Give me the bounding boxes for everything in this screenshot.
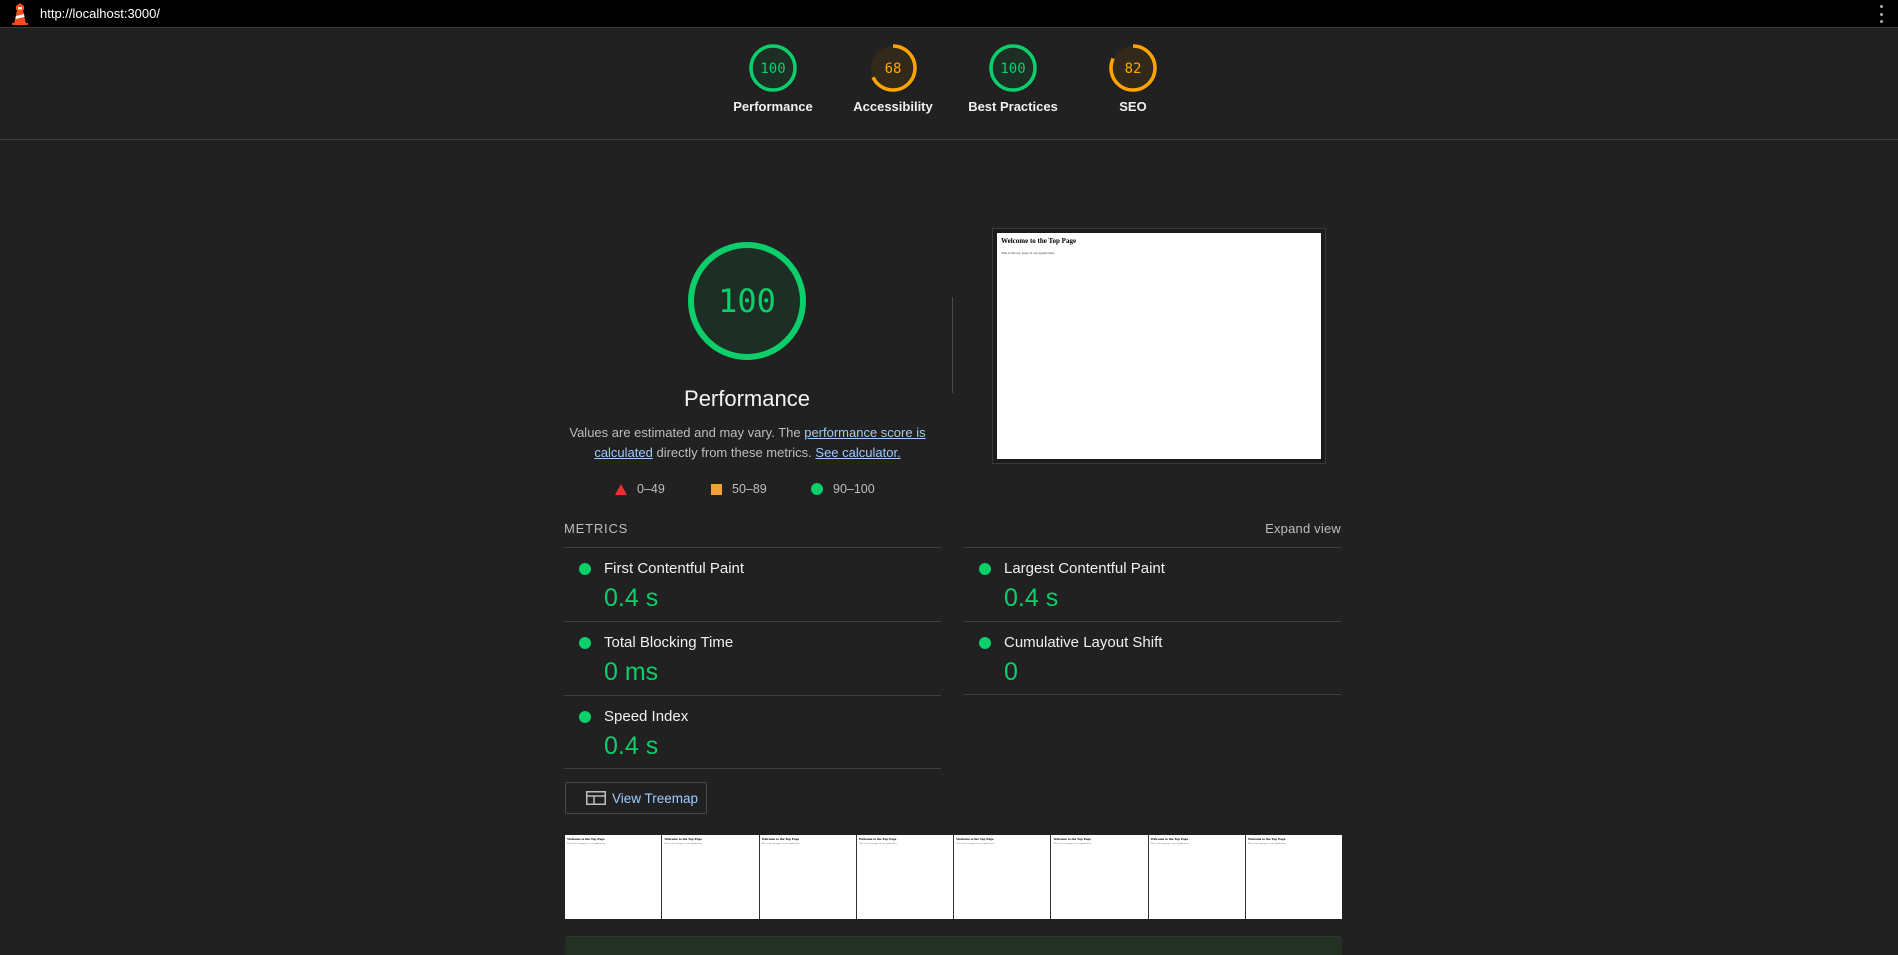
gauge-label: Performance <box>733 99 813 114</box>
legend-fail-range: 0–49 <box>637 482 665 496</box>
view-treemap-button[interactable]: View Treemap <box>565 782 707 814</box>
metric-value: 0 <box>1004 658 1018 686</box>
filmstrip-frame[interactable]: Welcome to the Top Page This is the top p… <box>759 835 857 919</box>
filmstrip-frame[interactable]: Welcome to the Top Page This is the top p… <box>662 835 760 919</box>
square-average-icon <box>711 483 722 495</box>
frame-text: This is the top page of our application. <box>1247 842 1287 845</box>
metric-cumulative-layout-shift: Cumulative Layout Shift 0 <box>964 621 1341 695</box>
filmstrip-frame[interactable]: Welcome to the Top Page This is the top p… <box>1051 835 1149 919</box>
filmstrip-frame[interactable]: Welcome to the Top Page This is the top p… <box>565 835 663 919</box>
metric-divider <box>564 768 941 769</box>
pass-dot-icon <box>579 637 591 649</box>
frame-text: This is the top page of our application. <box>858 842 898 845</box>
metric-name: First Contentful Paint <box>604 560 745 577</box>
gauge-label: SEO <box>1119 99 1147 114</box>
frame-text: This is the top page of our application. <box>1053 842 1092 845</box>
gauge-ring: 82 <box>1109 44 1157 92</box>
legend-average-range: 50–89 <box>732 482 767 496</box>
metrics-header: METRICS Expand view <box>564 521 1341 541</box>
screenshot-text: This is the top page of our application. <box>1001 251 1056 255</box>
gauge-label: Best Practices <box>968 99 1058 114</box>
filmstrip-frame[interactable]: Welcome to the Top Page This is the top p… <box>954 835 1052 919</box>
final-screenshot[interactable]: Welcome to the Top Page This is the top … <box>992 228 1326 464</box>
metric-name: Speed Index <box>604 708 689 725</box>
see-calculator-link[interactable]: See calculator. <box>815 445 900 460</box>
circle-pass-icon <box>811 483 823 495</box>
gauge-ring: 100 <box>989 44 1037 92</box>
treemap-icon <box>586 791 606 805</box>
pass-dot-icon <box>979 563 991 575</box>
metric-name: Cumulative Layout Shift <box>1004 634 1163 651</box>
top-bar: http://localhost:3000/ <box>0 0 1898 28</box>
next-section-panel <box>565 936 1342 955</box>
gauge-accessibility[interactable]: 68 Accessibility <box>823 43 963 114</box>
metric-value: 0.4 s <box>1004 584 1059 612</box>
expand-view-toggle[interactable]: Expand view <box>1265 521 1341 536</box>
frame-text: This is the top page of our application. <box>1150 842 1190 845</box>
lighthouse-icon <box>12 3 28 25</box>
metric-name: Largest Contentful Paint <box>1004 560 1165 577</box>
frame-title: Welcome to the Top Page <box>567 837 605 841</box>
filmstrip-frame[interactable]: Welcome to the Top Page This is the top p… <box>856 835 954 919</box>
performance-score-gauge: 100 <box>686 240 808 362</box>
filmstrip-frame[interactable]: Welcome to the Top Page This is the top p… <box>1245 835 1342 919</box>
pass-dot-icon <box>979 637 991 649</box>
category-gauges: 100 Performance 68 Accessibility 100 Best P… <box>0 28 1898 140</box>
gauge-ring: 68 <box>869 44 917 92</box>
metric-value: 0.4 s <box>604 584 659 612</box>
gauge-best-practices[interactable]: 100 Best Practices <box>943 43 1083 114</box>
triangle-fail-icon <box>615 483 627 495</box>
gauge-label: Accessibility <box>853 99 933 114</box>
desc-text-mid: directly from these metrics. <box>652 445 816 460</box>
view-treemap-label: View Treemap <box>612 790 699 806</box>
desc-text: Values are estimated and may vary. The <box>569 425 805 440</box>
screenshot-page: Welcome to the Top Page This is the top … <box>997 233 1321 459</box>
frame-title: Welcome to the Top Page <box>858 837 897 841</box>
gauge-seo[interactable]: 82 SEO <box>1063 43 1203 114</box>
screenshot-title: Welcome to the Top Page <box>1001 237 1077 245</box>
legend-pass-range: 90–100 <box>833 482 875 496</box>
metric-largest-contentful-paint: Largest Contentful Paint 0.4 s <box>964 547 1341 621</box>
frame-title: Welcome to the Top Page <box>761 837 800 841</box>
frame-title: Welcome to the Top Page <box>1150 837 1189 841</box>
gauge-score: 68 <box>885 61 902 77</box>
legend-pass: 90–100 <box>811 482 875 496</box>
performance-title: Performance <box>684 386 810 411</box>
gauge-performance[interactable]: 100 Performance <box>703 43 843 114</box>
frame-text: This is the top page of our application. <box>567 842 606 845</box>
metric-name: Total Blocking Time <box>604 634 734 651</box>
metric-value: 0 ms <box>604 658 659 686</box>
frame-title: Welcome to the Top Page <box>1247 837 1286 841</box>
metric-value: 0.4 s <box>604 732 659 760</box>
frame-title: Welcome to the Top Page <box>956 837 994 841</box>
pass-dot-icon <box>579 711 591 723</box>
gauge-score: 100 <box>760 61 785 77</box>
frame-title: Welcome to the Top Page <box>664 837 702 841</box>
frame-text: This is the top page of our application. <box>761 842 801 845</box>
filmstrip: Welcome to the Top Page This is the top p… <box>565 835 1342 919</box>
legend-fail: 0–49 <box>615 482 665 496</box>
gauge-score: 100 <box>1000 61 1025 77</box>
gauge-score: 82 <box>1125 61 1142 77</box>
gauge-ring: 100 <box>749 44 797 92</box>
kebab-menu-icon[interactable] <box>1878 5 1884 23</box>
metric-total-blocking-time: Total Blocking Time 0 ms <box>564 621 941 695</box>
frame-text: This is the top page of our application. <box>664 842 703 845</box>
metric-divider <box>964 694 1341 695</box>
legend-average: 50–89 <box>711 482 767 496</box>
metric-speed-index: Speed Index 0.4 s <box>564 695 941 769</box>
performance-description: Values are estimated and may vary. The p… <box>565 423 930 463</box>
vertical-divider <box>952 297 953 393</box>
metric-first-contentful-paint: First Contentful Paint 0.4 s <box>564 547 941 621</box>
metrics-title: METRICS <box>564 521 629 536</box>
frame-text: This is the top page of our application. <box>956 842 995 845</box>
pass-dot-icon <box>579 563 591 575</box>
frame-title: Welcome to the Top Page <box>1053 837 1091 841</box>
performance-score-value: 100 <box>718 282 776 320</box>
page-url: http://localhost:3000/ <box>40 6 160 21</box>
filmstrip-frame[interactable]: Welcome to the Top Page This is the top p… <box>1148 835 1246 919</box>
